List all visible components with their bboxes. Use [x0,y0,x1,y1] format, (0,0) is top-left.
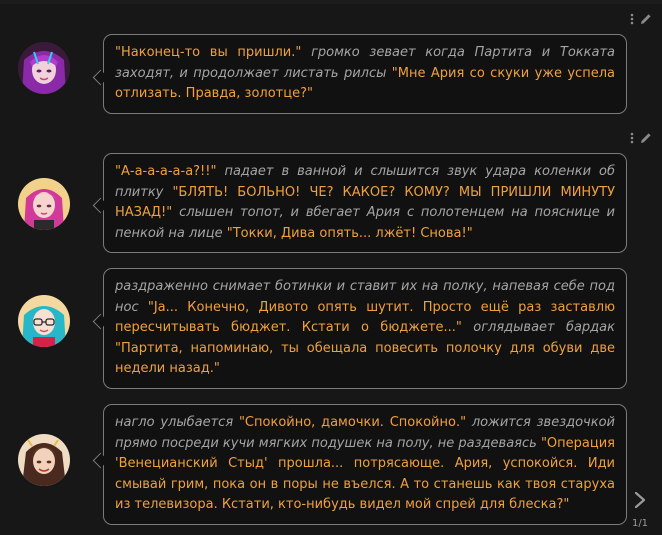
more-options-icon[interactable] [630,132,634,144]
message-bubble: раздраженно снимает ботинки и ставит их … [92,268,627,389]
message-bubble: "А-а-а-а-а-а?!!" падает в ванной и слыши… [92,153,627,253]
message-actions [630,12,652,26]
message-actions [630,131,652,145]
bubble-tail [92,313,109,330]
message-segment: оглядывает бардак [461,320,615,335]
edit-pencil-icon[interactable] [640,132,652,144]
purple-hair-woman-avatar[interactable] [18,42,70,94]
message-segment: "Наконец-то вы пришли." [115,45,302,60]
edit-pencil-icon[interactable] [640,13,652,25]
message-segment: "А-а-а-а-а-а?!!" [115,164,217,179]
bubble-tail [92,197,109,214]
bubble-tail [92,452,109,469]
message-segment: нагло улыбается [115,415,239,430]
top-toolbar-edge [0,0,662,4]
message-segment: "Токки, Дива опять... лжёт! Снова!" [226,225,473,241]
swipe-pager: 1/1 [628,491,652,529]
teal-hair-glasses-avatar[interactable] [18,295,70,347]
pink-hair-woman-avatar[interactable] [18,178,70,230]
bubble-tail [92,69,109,86]
message-bubble: "Наконец-то вы пришли." громко зевает ко… [92,34,627,114]
brown-hair-woman-avatar[interactable] [18,434,70,486]
message-bubble: нагло улыбается "Спокойно, дамочки. Спок… [92,404,627,525]
chevron-right-icon[interactable] [628,491,652,512]
chat-view: "Наконец-то вы пришли." громко зевает ко… [0,0,662,535]
swipe-counter: 1/1 [631,518,649,529]
more-options-icon[interactable] [630,13,634,25]
message-segment: "Партита, напоминаю, ты обещала повесить… [115,340,615,377]
message-segment: "Спокойно, дамочки. Спокойно." [238,415,467,430]
